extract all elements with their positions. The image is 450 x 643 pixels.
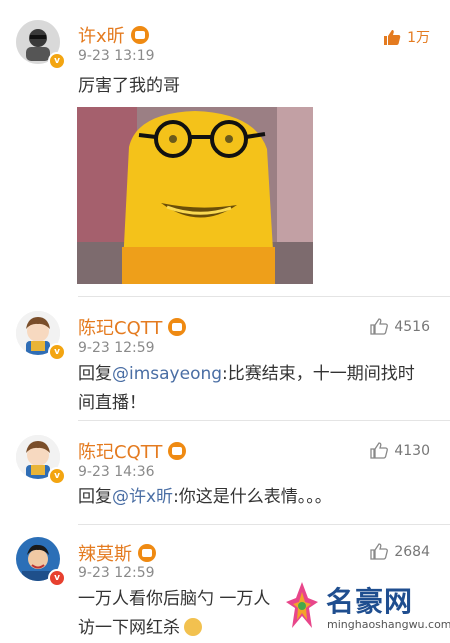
thumbs-up-icon [370, 318, 389, 335]
like-button[interactable]: 1万 [383, 27, 430, 47]
watermark: 名豪网 minghaoshangwu.com [282, 578, 450, 638]
mention-link[interactable]: @许x昕 [112, 487, 173, 507]
user-name[interactable]: 辣莫斯 [78, 540, 156, 566]
verified-badge-icon: v [48, 569, 66, 587]
like-count: 2684 [394, 543, 430, 560]
comment-text: 厉害了我的哥 [78, 76, 180, 96]
comment-time: 9-23 12:59 [78, 565, 155, 581]
vip-crown-icon [130, 26, 149, 44]
vip-crown-icon [138, 544, 156, 562]
comment-time: 9-23 14:36 [78, 464, 155, 480]
verified-badge-icon: v [48, 343, 66, 361]
comment-time: 9-23 12:59 [78, 340, 155, 356]
user-name-text[interactable]: 陈玘CQTT [78, 318, 162, 339]
watermark-brand: 名豪网 [326, 585, 414, 618]
like-button[interactable]: 2684 [370, 543, 430, 560]
watermark-logo-icon [286, 582, 318, 628]
verified-badge-icon: v [48, 467, 66, 485]
like-button[interactable]: 4130 [370, 442, 430, 459]
verified-badge-icon: v [48, 52, 66, 70]
thumbs-up-icon [370, 543, 389, 560]
user-name-text[interactable]: 陈玘CQTT [78, 442, 162, 463]
comment-1: v 许x昕 9-23 13:19 1万 厉害了我的哥 [0, 0, 450, 300]
doge-emoji-icon [184, 618, 202, 636]
reply-text: :你这是什么表情。。。 [173, 487, 332, 507]
thumbs-up-icon [384, 29, 401, 45]
vip-crown-icon [168, 318, 187, 336]
comment-text: 回复@imsayeong:比赛结束，十一期间找时间直播！ [78, 360, 428, 418]
reply-prefix: 回复 [78, 487, 112, 507]
meme-image[interactable] [77, 107, 313, 284]
comment-text-line-2: 访一下网红杀 [78, 618, 180, 638]
like-button[interactable]: 4516 [370, 318, 430, 335]
like-count: 4130 [394, 442, 430, 459]
user-name[interactable]: 陈玘CQTT [78, 438, 187, 464]
comment-2: v 陈玘CQTT 9-23 12:59 4516 回复@imsayeong:比赛… [0, 297, 450, 421]
user-name-text[interactable]: 许x昕 [78, 26, 125, 47]
like-count: 4516 [394, 318, 430, 335]
user-name[interactable]: 许x昕 [78, 22, 149, 48]
mention-link[interactable]: @imsayeong [112, 364, 222, 384]
reply-prefix: 回复 [78, 364, 112, 384]
user-name-text[interactable]: 辣莫斯 [78, 544, 132, 565]
user-name[interactable]: 陈玘CQTT [78, 314, 187, 340]
comment-text: 回复@许x昕:你这是什么表情。。。 [78, 483, 428, 512]
thumbs-up-icon [370, 442, 389, 459]
comment-3: v 陈玘CQTT 9-23 14:36 4130 回复@许x昕:你这是什么表情。… [0, 421, 450, 525]
like-count: 1万 [407, 30, 430, 46]
watermark-url: minghaoshangwu.com [327, 618, 450, 631]
comment-time: 9-23 13:19 [78, 48, 155, 64]
vip-crown-icon [168, 442, 187, 460]
